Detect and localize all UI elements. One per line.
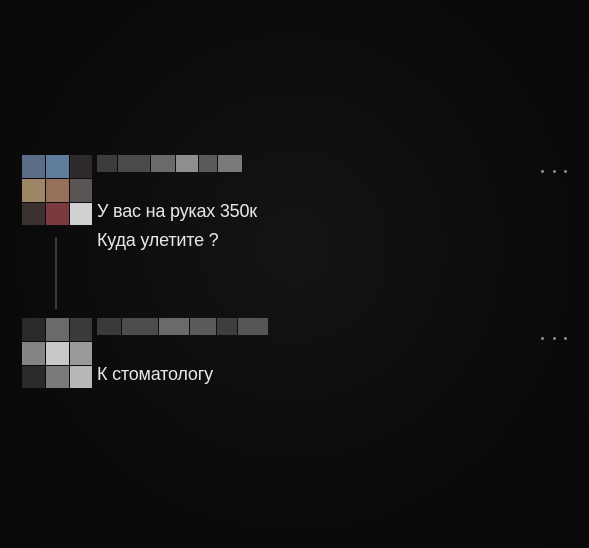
- dot: [552, 336, 556, 340]
- post-text-line-1: К стоматологу: [97, 364, 213, 384]
- avatar-pixel: [70, 203, 92, 225]
- username-pixel: [151, 155, 175, 172]
- post-reply: К стоматологу: [22, 318, 567, 398]
- username-pixel: [97, 155, 117, 172]
- avatar-pixel: [46, 155, 69, 178]
- avatar[interactable]: [22, 318, 92, 388]
- avatar[interactable]: [22, 155, 92, 225]
- more-options-icon[interactable]: [541, 165, 567, 177]
- post-text: К стоматологу: [97, 360, 213, 389]
- dot: [552, 169, 556, 173]
- post-text: У вас на руках 350к Куда улетите ?: [97, 197, 257, 255]
- dot: [541, 336, 544, 340]
- post-text-line-2: Куда улетите ?: [97, 230, 219, 250]
- username-pixel: [190, 318, 216, 335]
- avatar-pixel: [46, 342, 69, 365]
- avatar-pixel: [22, 318, 45, 341]
- avatar-pixel: [46, 366, 69, 388]
- username-pixel: [238, 318, 268, 335]
- dot: [564, 169, 567, 173]
- dot: [541, 169, 544, 173]
- username-blurred[interactable]: [97, 318, 268, 335]
- thread-connector-line: [55, 237, 57, 309]
- more-options-icon[interactable]: [541, 332, 567, 344]
- avatar-pixel: [70, 179, 92, 202]
- avatar-pixel: [70, 366, 92, 388]
- avatar-pixel: [70, 318, 92, 341]
- username-pixel: [199, 155, 217, 172]
- dot: [564, 336, 567, 340]
- avatar-pixel: [22, 342, 45, 365]
- avatar-pixel: [46, 179, 69, 202]
- username-pixel: [176, 155, 198, 172]
- username-pixel: [217, 318, 237, 335]
- thread-view: У вас на руках 350к Куда улетите ? К сто…: [0, 0, 589, 548]
- username-pixel: [159, 318, 189, 335]
- username-pixel: [122, 318, 158, 335]
- post-original: У вас на руках 350к Куда улетите ?: [22, 155, 567, 250]
- post-text-line-1: У вас на руках 350к: [97, 201, 257, 221]
- avatar-pixel: [46, 203, 69, 225]
- username-blurred[interactable]: [97, 155, 242, 172]
- username-pixel: [218, 155, 242, 172]
- username-pixel: [118, 155, 150, 172]
- avatar-pixel: [70, 342, 92, 365]
- avatar-pixel: [22, 366, 45, 388]
- username-pixel: [97, 318, 121, 335]
- avatar-pixel: [22, 179, 45, 202]
- avatar-pixel: [70, 155, 92, 178]
- avatar-pixel: [46, 318, 69, 341]
- avatar-pixel: [22, 155, 45, 178]
- avatar-pixel: [22, 203, 45, 225]
